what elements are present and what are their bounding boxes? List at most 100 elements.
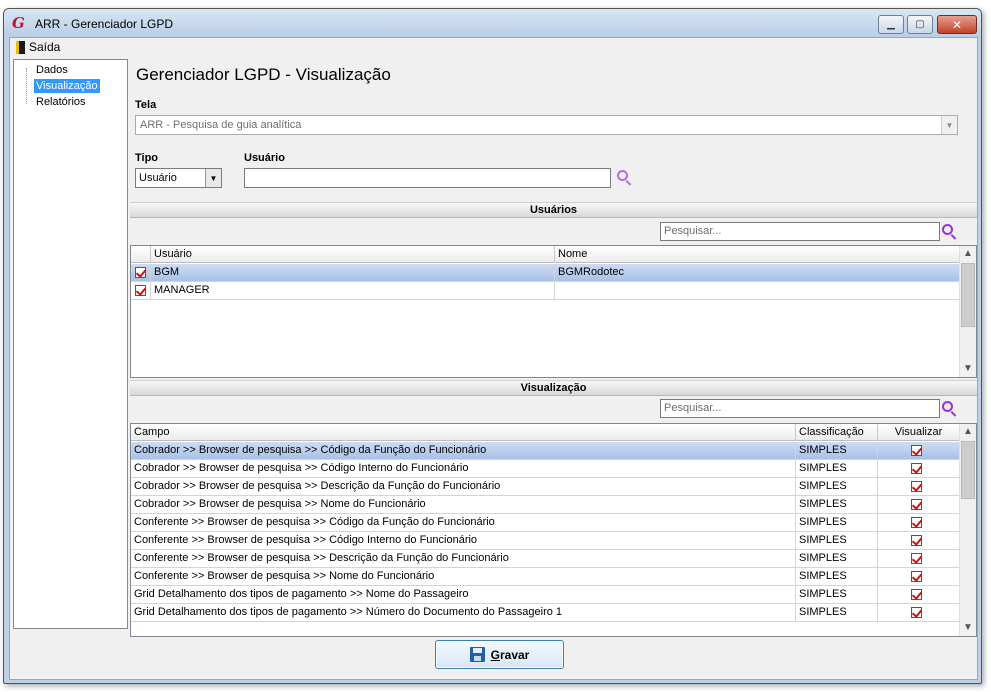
window-title: ARR - Gerenciador LGPD xyxy=(35,17,174,31)
checkbox[interactable] xyxy=(911,517,922,528)
classificacao-cell: SIMPLES xyxy=(796,586,878,604)
users-grid-header: Usuário Nome xyxy=(131,246,960,263)
user-name-cell xyxy=(555,282,960,300)
visualizar-cell xyxy=(878,532,960,550)
checkbox[interactable] xyxy=(911,535,922,546)
chevron-down-icon[interactable]: ▼ xyxy=(941,116,957,134)
checkbox[interactable] xyxy=(911,553,922,564)
scroll-down-icon[interactable]: ▼ xyxy=(960,361,976,377)
users-scrollbar[interactable]: ▲ ▼ xyxy=(959,246,976,377)
campo-cell: Conferente >> Browser de pesquisa >> Cód… xyxy=(131,514,796,532)
checkbox[interactable] xyxy=(911,589,922,600)
nav-item-visualizacao[interactable]: Visualização xyxy=(34,79,100,93)
search-icon[interactable] xyxy=(616,169,634,187)
table-row[interactable]: Grid Detalhamento dos tipos de pagamento… xyxy=(131,604,960,622)
footer-bar: Gravar xyxy=(10,634,977,679)
maximize-icon: ▢ xyxy=(915,19,925,30)
scroll-thumb[interactable] xyxy=(961,441,975,499)
visualizar-cell xyxy=(878,550,960,568)
users-section-header: Usuários xyxy=(130,202,977,218)
user-name-cell: BGMRodotec xyxy=(555,264,960,282)
users-col-check xyxy=(131,246,151,263)
campo-cell: Grid Detalhamento dos tipos de pagamento… xyxy=(131,604,796,622)
view-grid: Campo Classificação Visualizar Cobrador … xyxy=(130,423,977,637)
tela-select[interactable]: ARR - Pesquisa de guia analítica ▼ xyxy=(135,115,958,135)
view-search-input[interactable]: Pesquisar... xyxy=(660,399,940,418)
table-row[interactable]: Conferente >> Browser de pesquisa >> Nom… xyxy=(131,568,960,586)
app-window: G ARR - Gerenciador LGPD ▁ ▢ ✕ Saída Dad… xyxy=(3,8,982,684)
title-bar[interactable]: G ARR - Gerenciador LGPD ▁ ▢ ✕ xyxy=(4,9,981,37)
table-row[interactable]: Conferente >> Browser de pesquisa >> Cód… xyxy=(131,514,960,532)
save-button-label: Gravar xyxy=(490,647,530,662)
close-button[interactable]: ✕ xyxy=(937,15,977,34)
checkbox[interactable] xyxy=(135,267,146,278)
table-row[interactable]: Cobrador >> Browser de pesquisa >> Descr… xyxy=(131,478,960,496)
check-cell xyxy=(131,282,151,300)
view-col-campo[interactable]: Campo xyxy=(131,424,796,441)
visualizar-cell xyxy=(878,460,960,478)
campo-cell: Cobrador >> Browser de pesquisa >> Nome … xyxy=(131,496,796,514)
classificacao-cell: SIMPLES xyxy=(796,496,878,514)
minimize-icon: ▁ xyxy=(887,19,895,30)
campo-cell: Grid Detalhamento dos tipos de pagamento… xyxy=(131,586,796,604)
users-col-nome[interactable]: Nome xyxy=(555,246,960,263)
search-icon[interactable] xyxy=(941,400,959,418)
chevron-down-icon[interactable]: ▼ xyxy=(205,169,221,187)
campo-cell: Cobrador >> Browser de pesquisa >> Códig… xyxy=(131,460,796,478)
scroll-up-icon[interactable]: ▲ xyxy=(960,424,976,440)
close-icon: ✕ xyxy=(951,17,963,32)
checkbox[interactable] xyxy=(911,481,922,492)
campo-cell: Conferente >> Browser de pesquisa >> Cód… xyxy=(131,532,796,550)
nav-tree: Dados Visualização Relatórios xyxy=(13,59,128,629)
checkbox[interactable] xyxy=(135,285,146,296)
users-search-input[interactable]: Pesquisar... xyxy=(660,222,940,241)
menu-exit[interactable]: Saída xyxy=(16,40,60,54)
campo-cell: Conferente >> Browser de pesquisa >> Des… xyxy=(131,550,796,568)
campo-cell: Cobrador >> Browser de pesquisa >> Códig… xyxy=(131,442,796,460)
table-row[interactable]: Cobrador >> Browser de pesquisa >> Códig… xyxy=(131,442,960,460)
view-scrollbar[interactable]: ▲ ▼ xyxy=(959,424,976,636)
visualizar-cell xyxy=(878,604,960,622)
menu-exit-label: Saída xyxy=(29,40,61,54)
client-area: Saída Dados Visualização Relatórios Gere… xyxy=(9,37,978,680)
minimize-button[interactable]: ▁ xyxy=(878,15,904,34)
exit-door-icon xyxy=(16,40,25,54)
campo-cell: Cobrador >> Browser de pesquisa >> Descr… xyxy=(131,478,796,496)
table-row[interactable]: MANAGER xyxy=(131,282,960,300)
tipo-select[interactable]: Usuário ▼ xyxy=(135,168,222,188)
classificacao-cell: SIMPLES xyxy=(796,550,878,568)
nav-item-relatorios[interactable]: Relatórios xyxy=(34,95,88,109)
scroll-thumb[interactable] xyxy=(961,263,975,327)
table-row[interactable]: Cobrador >> Browser de pesquisa >> Nome … xyxy=(131,496,960,514)
floppy-disk-icon xyxy=(469,647,485,662)
usuario-input[interactable] xyxy=(244,168,611,188)
scroll-up-icon[interactable]: ▲ xyxy=(960,246,976,262)
maximize-button[interactable]: ▢ xyxy=(907,15,933,34)
page-title: Gerenciador LGPD - Visualização xyxy=(136,65,391,84)
table-row[interactable]: Conferente >> Browser de pesquisa >> Cód… xyxy=(131,532,960,550)
classificacao-cell: SIMPLES xyxy=(796,460,878,478)
classificacao-cell: SIMPLES xyxy=(796,514,878,532)
visualizar-cell xyxy=(878,478,960,496)
table-row[interactable]: BGM BGMRodotec xyxy=(131,264,960,282)
tipo-label: Tipo xyxy=(135,152,159,164)
tree-connector xyxy=(26,68,27,104)
table-row[interactable]: Grid Detalhamento dos tipos de pagamento… xyxy=(131,586,960,604)
view-col-visualizar[interactable]: Visualizar xyxy=(878,424,960,441)
checkbox[interactable] xyxy=(911,463,922,474)
visualizar-cell xyxy=(878,442,960,460)
table-row[interactable]: Cobrador >> Browser de pesquisa >> Códig… xyxy=(131,460,960,478)
search-icon[interactable] xyxy=(941,223,959,241)
checkbox[interactable] xyxy=(911,571,922,582)
tela-select-value: ARR - Pesquisa de guia analítica xyxy=(140,119,302,131)
view-col-classificacao[interactable]: Classificação xyxy=(796,424,878,441)
checkbox[interactable] xyxy=(911,445,922,456)
save-button[interactable]: Gravar xyxy=(435,640,564,669)
nav-item-dados[interactable]: Dados xyxy=(34,63,70,77)
checkbox[interactable] xyxy=(911,499,922,510)
classificacao-cell: SIMPLES xyxy=(796,532,878,550)
table-row[interactable]: Conferente >> Browser de pesquisa >> Des… xyxy=(131,550,960,568)
tela-label: Tela xyxy=(135,99,157,111)
checkbox[interactable] xyxy=(911,607,922,618)
users-col-usuario[interactable]: Usuário xyxy=(151,246,555,263)
